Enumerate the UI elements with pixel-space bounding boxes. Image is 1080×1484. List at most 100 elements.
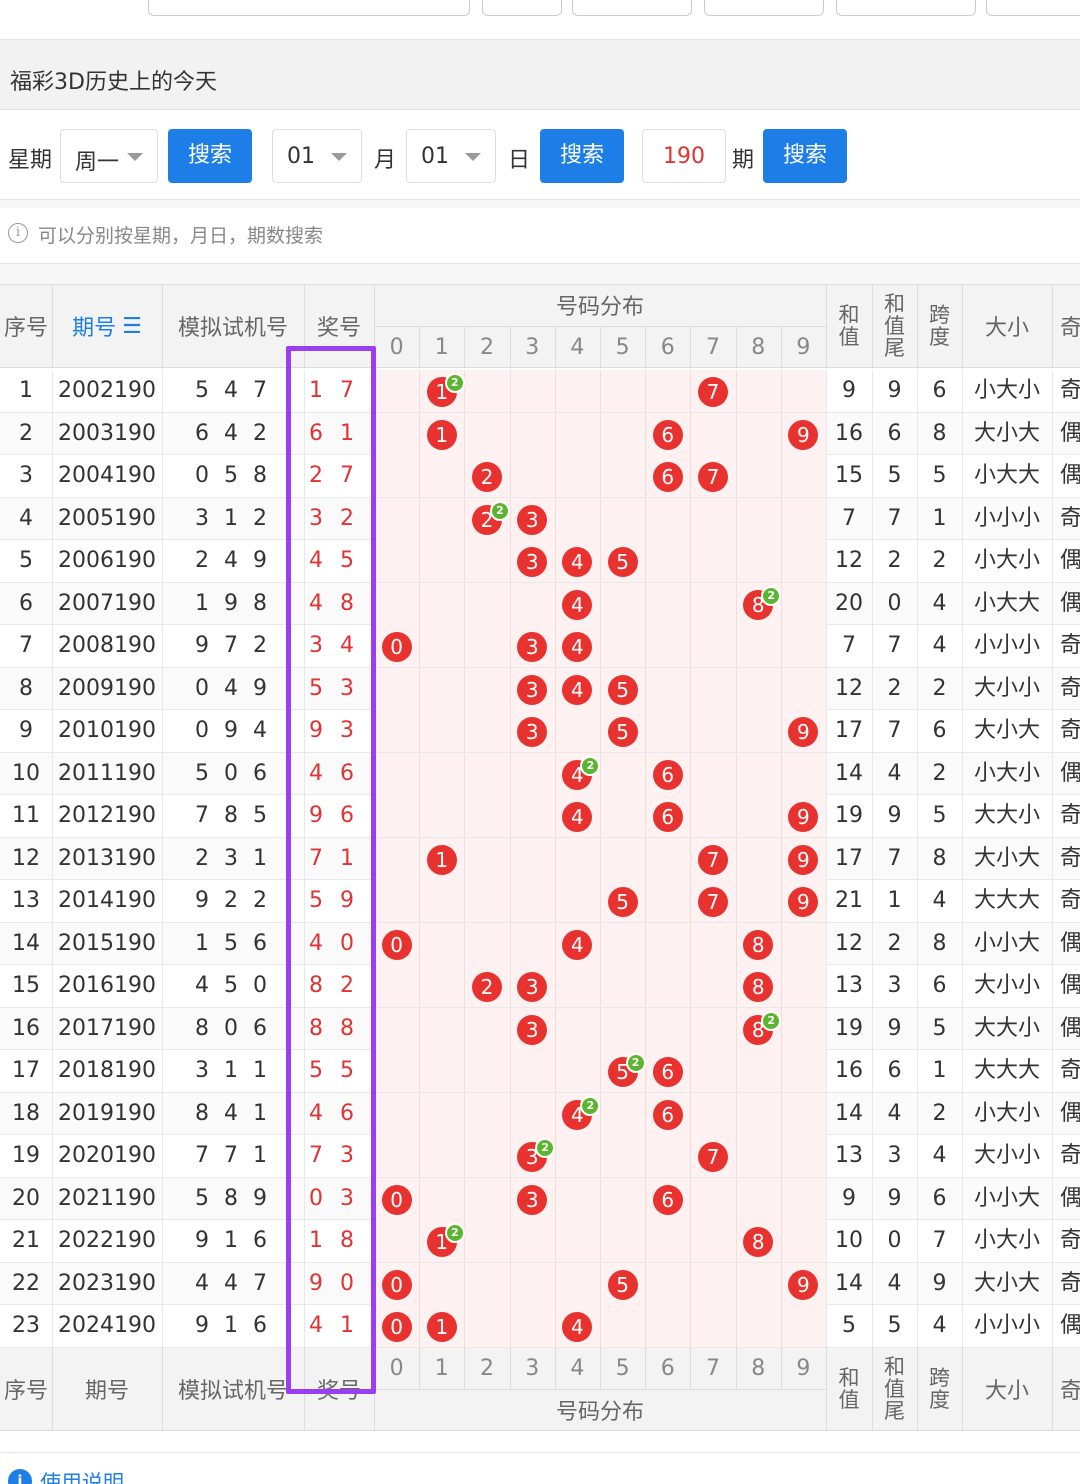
col-header-span: 跨度	[929, 303, 950, 349]
divider	[464, 795, 466, 837]
table-row[interactable]: 21 2022190 9 1 6 1 8 1 12 8 10 0 7 小大小奇	[0, 1220, 1080, 1263]
table-row[interactable]: 23 2024190 9 1 6 4 1 0 01 4 5 5 4 小小小偶	[0, 1305, 1080, 1348]
help-section: i 使用说明	[0, 1452, 1080, 1484]
table-row[interactable]: 2020211905 8 90 3 6036996小小大偶	[0, 1177, 1080, 1220]
weekday-select[interactable]: 周一	[60, 129, 158, 183]
page-title: 福彩3D历史上的今天	[10, 70, 217, 95]
table-row[interactable]: 9 2010190 0 9 4 9 3 5 3 5 9 17 7 6 大小大奇	[0, 710, 1080, 753]
table-row[interactable]: 220031906 4 26 1 91691668大小大偶	[0, 412, 1080, 455]
row-sum: 7	[842, 633, 856, 658]
row-parity: 奇	[1060, 1058, 1080, 1083]
divider	[962, 965, 963, 1007]
row-parity: 奇	[1060, 845, 1080, 871]
row-award-number: 5 3 4	[309, 675, 374, 701]
divider	[1052, 284, 1053, 368]
table-row[interactable]: 420051903 1 23 2 2223771小小小奇	[0, 497, 1080, 540]
filter-dropdown[interactable]	[704, 0, 824, 16]
date-search-button[interactable]: 搜索	[540, 129, 624, 183]
row-award-number: 9 0 5	[309, 1270, 374, 1296]
table-row[interactable]: 1520161904 5 08 2 32381336大小小偶	[0, 965, 1080, 1008]
table-row[interactable]: 1720181903 1 15 5 65261661大大大奇	[0, 1050, 1080, 1093]
divider	[1052, 667, 1053, 710]
divider	[600, 795, 601, 837]
filter-dropdown[interactable]	[986, 0, 1080, 16]
divider	[1052, 540, 1053, 582]
filter-dropdown[interactable]	[572, 0, 692, 16]
divider	[780, 1092, 782, 1135]
row-sim-number: 5 0 6	[195, 760, 271, 786]
divider	[554, 1135, 556, 1177]
divider	[52, 412, 53, 455]
divider	[1052, 1220, 1053, 1262]
digit-header: 1	[434, 334, 449, 360]
row-award-number: 1 8 1	[309, 1228, 374, 1253]
table-row[interactable]: 14 2015190 1 5 6 4 0 8 0 4 8 12 2 8 小小大偶	[0, 922, 1080, 965]
number-distribution: 1 6 9	[374, 412, 826, 455]
divider	[600, 837, 601, 880]
row-parity: 奇	[1060, 1228, 1080, 1253]
row-sum-tail: 0	[887, 590, 902, 616]
table-row[interactable]: 13 2014190 9 2 2 5 9 7 5 7 9 21 1 4 大大大奇	[0, 880, 1080, 923]
issue-input[interactable]: 190	[642, 129, 726, 183]
table-row[interactable]: 820091900 4 95 3 43451222大小小奇	[0, 667, 1080, 710]
row-span: 1	[932, 1058, 947, 1083]
table-row[interactable]: 19 2020190 7 7 1 7 3 3 32 7 13 3 4 大小小奇	[0, 1135, 1080, 1178]
divider	[917, 1347, 918, 1431]
divider	[1052, 795, 1053, 837]
weekday-search-button[interactable]: 搜索	[168, 129, 252, 183]
col-header-issue[interactable]: 期号 ☰	[52, 284, 162, 368]
divider	[690, 1007, 692, 1050]
divider	[826, 667, 827, 710]
row-size: 大大小	[973, 1015, 1040, 1041]
divider	[780, 922, 782, 965]
divider	[780, 455, 782, 497]
col-header-issue[interactable]: 期号	[52, 1347, 162, 1431]
divider	[464, 1347, 466, 1389]
day-select[interactable]: 01	[406, 129, 496, 183]
table-row[interactable]: 22 2023190 4 4 7 9 0 5 0 5 9 14 4 9 大小大奇	[0, 1262, 1080, 1305]
row-sum-tail: 7	[887, 718, 902, 743]
row-parity: 偶	[1060, 420, 1080, 446]
table-row[interactable]: 6 2007190 1 9 8 4 8 8 4 82 20 0 4 小大大偶	[0, 582, 1080, 625]
divider	[780, 752, 782, 795]
filter-dropdown[interactable]	[482, 0, 562, 16]
filter-dropdown[interactable]	[836, 0, 976, 16]
divider	[162, 540, 163, 582]
divider	[645, 455, 647, 497]
month-select[interactable]: 01	[272, 129, 362, 183]
row-sum: 12	[835, 675, 863, 701]
divider	[645, 370, 647, 412]
divider	[735, 710, 737, 752]
divider	[780, 1135, 782, 1177]
divider	[826, 837, 827, 880]
table-row[interactable]: 11 2012190 7 8 5 9 6 4 4 6 9 19 9 5 大大小奇	[0, 795, 1080, 838]
row-issue: 2008190	[58, 633, 156, 658]
divider	[554, 326, 556, 368]
divider	[962, 625, 963, 667]
row-seq: 23	[12, 1313, 40, 1338]
row-sum: 14	[835, 1100, 863, 1126]
table-row[interactable]: 1220131902 3 17 1 91791778大小大奇	[0, 837, 1080, 880]
divider	[52, 1050, 53, 1092]
row-span: 8	[932, 845, 947, 871]
number-ball: 3	[517, 717, 548, 747]
table-row[interactable]: 520061902 4 94 5 33451222小大小偶	[0, 540, 1080, 583]
issue-search-button[interactable]: 搜索	[763, 129, 847, 183]
row-sum-tail: 2	[887, 548, 902, 573]
help-link[interactable]: 使用说明	[40, 1467, 124, 1484]
table-row[interactable]: 3 2004190 0 5 8 2 7 6 2 67 15 5 5 小大大偶	[0, 455, 1080, 498]
filter-dropdown[interactable]	[148, 0, 470, 16]
table-row[interactable]: 720081909 7 23 4 0034774小小小奇	[0, 625, 1080, 668]
row-parity: 奇	[1060, 378, 1080, 403]
divider	[52, 370, 53, 412]
table-row[interactable]: 1020111905 0 64 6 44261442小大小偶	[0, 752, 1080, 795]
row-sim-number: 1 5 6	[195, 930, 271, 956]
digit-header: 4	[570, 334, 585, 360]
divider	[826, 625, 827, 667]
table-row[interactable]: 1 2002190 5 4 7 1 7 1 12 7 9 9 6 小大小奇	[0, 370, 1080, 413]
table-row[interactable]: 1820191908 4 14 6 44261442小大小偶	[0, 1092, 1080, 1135]
sort-icon[interactable]: ☰	[122, 314, 142, 339]
row-sum-tail: 4	[887, 1100, 902, 1126]
table-row[interactable]: 16 2017190 8 0 6 8 8 3 3 82 19 9 5 大大小偶	[0, 1007, 1080, 1050]
row-seq: 6	[19, 590, 33, 616]
